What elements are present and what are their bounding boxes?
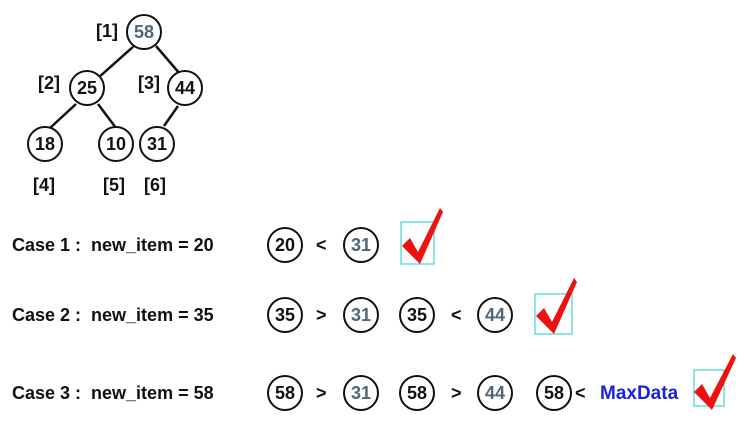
case-3-op-3: < [575, 383, 586, 403]
tree-node-2: 25 [69, 70, 105, 106]
tree-edges [49, 45, 181, 129]
tree-index-1: [1] [96, 21, 118, 41]
case-3-step-5: 58 [536, 375, 572, 411]
check-mark-icon [400, 208, 443, 265]
tree-index-4: [4] [33, 175, 55, 195]
tree-node-5: 10 [98, 126, 134, 162]
case-1-op-1: < [316, 235, 327, 255]
tree-node-1: 58 [126, 14, 162, 50]
case-3-op-2: > [451, 383, 462, 403]
case-3-op-1: > [316, 383, 327, 403]
case-3-step-3: 58 [399, 375, 435, 411]
case-3-step-1: 58 [267, 375, 303, 411]
case-2-op-2: < [451, 305, 462, 325]
case-2-step-3: 35 [399, 297, 435, 333]
case-1-step-2: 31 [343, 227, 379, 263]
tree-node-4: 18 [27, 126, 63, 162]
check-mark-icon [693, 354, 736, 410]
case-2-step-4: 44 [477, 297, 513, 333]
case-3-step-2: 31 [343, 375, 379, 411]
case-3-label: Case 3 : new_item = 58 [12, 383, 214, 403]
tree-index-2: [2] [38, 73, 60, 93]
case-1-label: Case 1 : new_item = 20 [12, 235, 214, 255]
tree-index-6: [6] [144, 175, 166, 195]
case-1-step-1: 20 [267, 227, 303, 263]
tree-index-5: [5] [103, 175, 125, 195]
case-3-step-4: 44 [477, 375, 513, 411]
check-mark-icon [534, 278, 577, 335]
tree-index-3: [3] [138, 73, 160, 93]
maxdata-label: MaxData [600, 383, 679, 404]
case-2-step-1: 35 [267, 297, 303, 333]
case-2-label: Case 2 : new_item = 35 [12, 305, 214, 325]
tree-node-3: 44 [167, 70, 203, 106]
case-2-op-1: > [316, 305, 327, 325]
tree-node-6: 31 [139, 126, 175, 162]
case-2-step-2: 31 [343, 297, 379, 333]
